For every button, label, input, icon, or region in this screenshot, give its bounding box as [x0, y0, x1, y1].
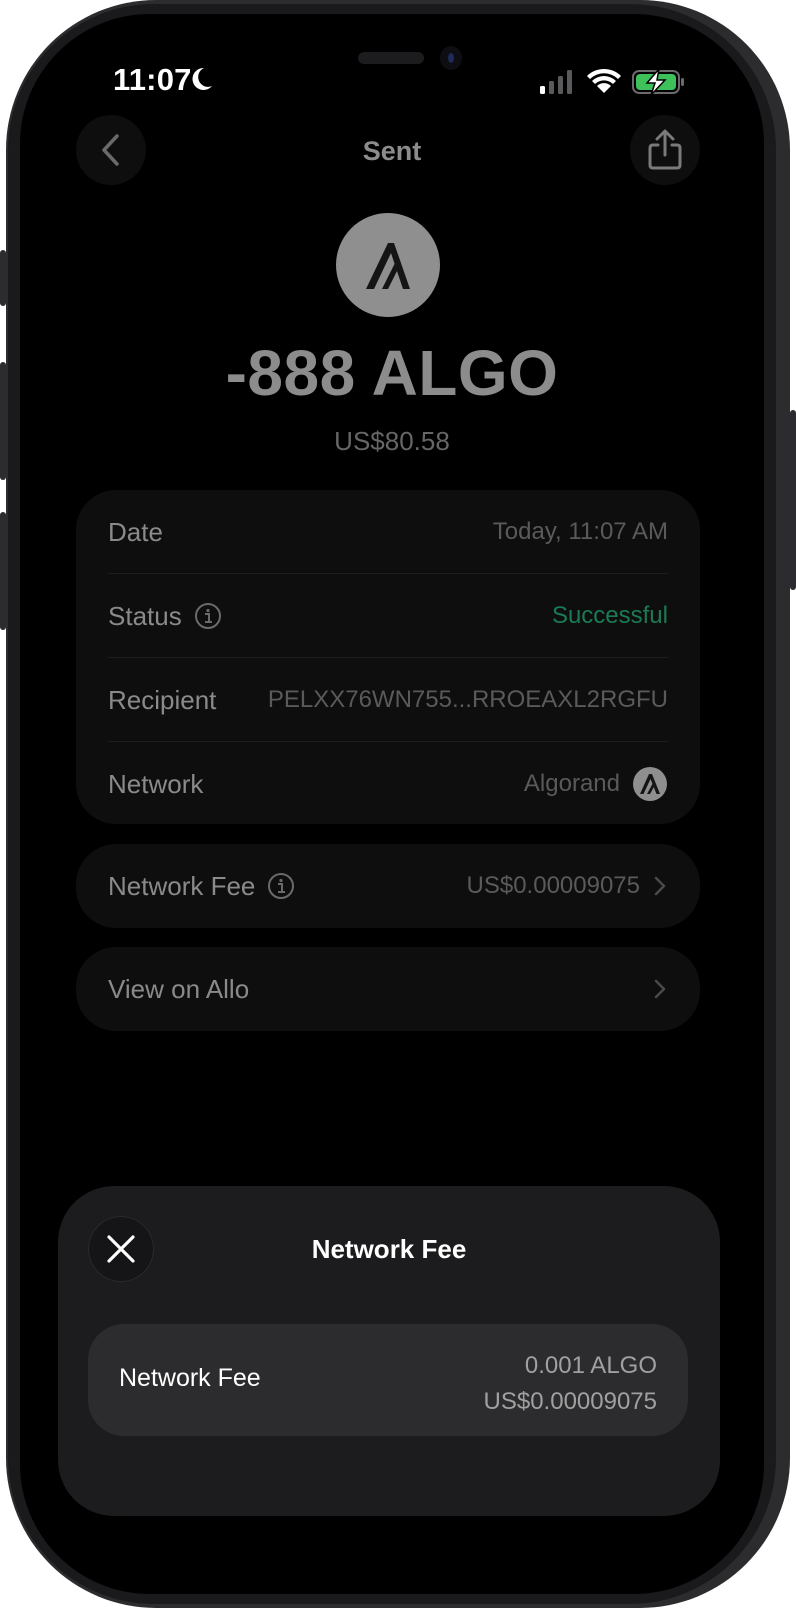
- network-fee-sheet: Network Fee Network Fee 0.001 ALGO US$0.…: [58, 1186, 720, 1516]
- network-fee-row[interactable]: Network Fee US$0.00009075: [108, 844, 668, 928]
- screen: 11:07 Sent -888 ALGO US$80.58 Date Today…: [20, 14, 764, 1594]
- sheet-title: Network Fee: [311, 1234, 467, 1264]
- fee-detail-box: Network Fee 0.001 ALGO US$0.00009075: [88, 1324, 688, 1436]
- earpiece: [358, 52, 424, 64]
- volume-down-button: [0, 512, 6, 630]
- detail-row-recipient[interactable]: Recipient PELXX76WN755...RROEAXL2RGFU: [108, 658, 668, 742]
- fee-fiat-amount: US$0.00009075: [483, 1388, 657, 1415]
- algorand-network-icon: [633, 767, 667, 801]
- detail-row-date: Date Today, 11:07 AM: [108, 490, 668, 574]
- view-on-explorer-card[interactable]: View on Allo: [76, 947, 700, 1031]
- view-on-explorer-row[interactable]: View on Allo: [108, 947, 668, 1031]
- fee-label: Network Fee: [119, 1364, 261, 1392]
- recipient-address[interactable]: PELXX76WN755...RROEAXL2RGFU: [268, 686, 668, 714]
- wifi-icon: [587, 68, 621, 93]
- transaction-amount: -888 ALGO: [225, 337, 559, 409]
- detail-row-network: Network Algorand: [108, 742, 668, 826]
- info-icon[interactable]: [194, 602, 222, 630]
- action-button: [0, 250, 6, 306]
- power-button: [790, 410, 796, 590]
- fee-crypto-amount: 0.001 ALGO: [524, 1352, 657, 1379]
- front-camera: [440, 46, 462, 70]
- network-value: Algorand: [523, 770, 620, 797]
- view-on-explorer-label: View on Allo: [108, 973, 250, 1004]
- cellular-signal-icon: [540, 70, 572, 94]
- detail-row-status: Status Successful: [108, 574, 668, 658]
- date-label: Date: [108, 516, 163, 547]
- status-indicators: [540, 66, 684, 96]
- status-time: 11:07: [113, 62, 192, 97]
- status-value: Successful: [551, 602, 668, 629]
- share-icon: [648, 129, 682, 170]
- network-fee-card[interactable]: Network Fee US$0.00009075: [76, 844, 700, 928]
- status-label: Status: [108, 600, 182, 631]
- fee-values: 0.001 ALGO US$0.00009075: [484, 1348, 657, 1420]
- chevron-right-icon: [654, 876, 666, 896]
- network-fee-value: US$0.00009075: [466, 872, 640, 899]
- network-label: Network: [108, 768, 204, 799]
- algorand-icon: [366, 243, 410, 289]
- moon-icon: [192, 67, 212, 90]
- date-value: Today, 11:07 AM: [492, 518, 668, 545]
- algorand-logo: [336, 213, 440, 317]
- info-icon[interactable]: [267, 872, 295, 900]
- details-card: Date Today, 11:07 AM Status Successful R…: [76, 490, 700, 824]
- battery-charging-icon: [632, 66, 684, 96]
- chevron-right-icon: [654, 979, 666, 999]
- fiat-value: US$80.58: [334, 426, 450, 456]
- share-button[interactable]: [630, 115, 700, 185]
- recipient-label: Recipient: [108, 684, 217, 715]
- volume-up-button: [0, 362, 6, 480]
- network-fee-label: Network Fee: [108, 870, 256, 901]
